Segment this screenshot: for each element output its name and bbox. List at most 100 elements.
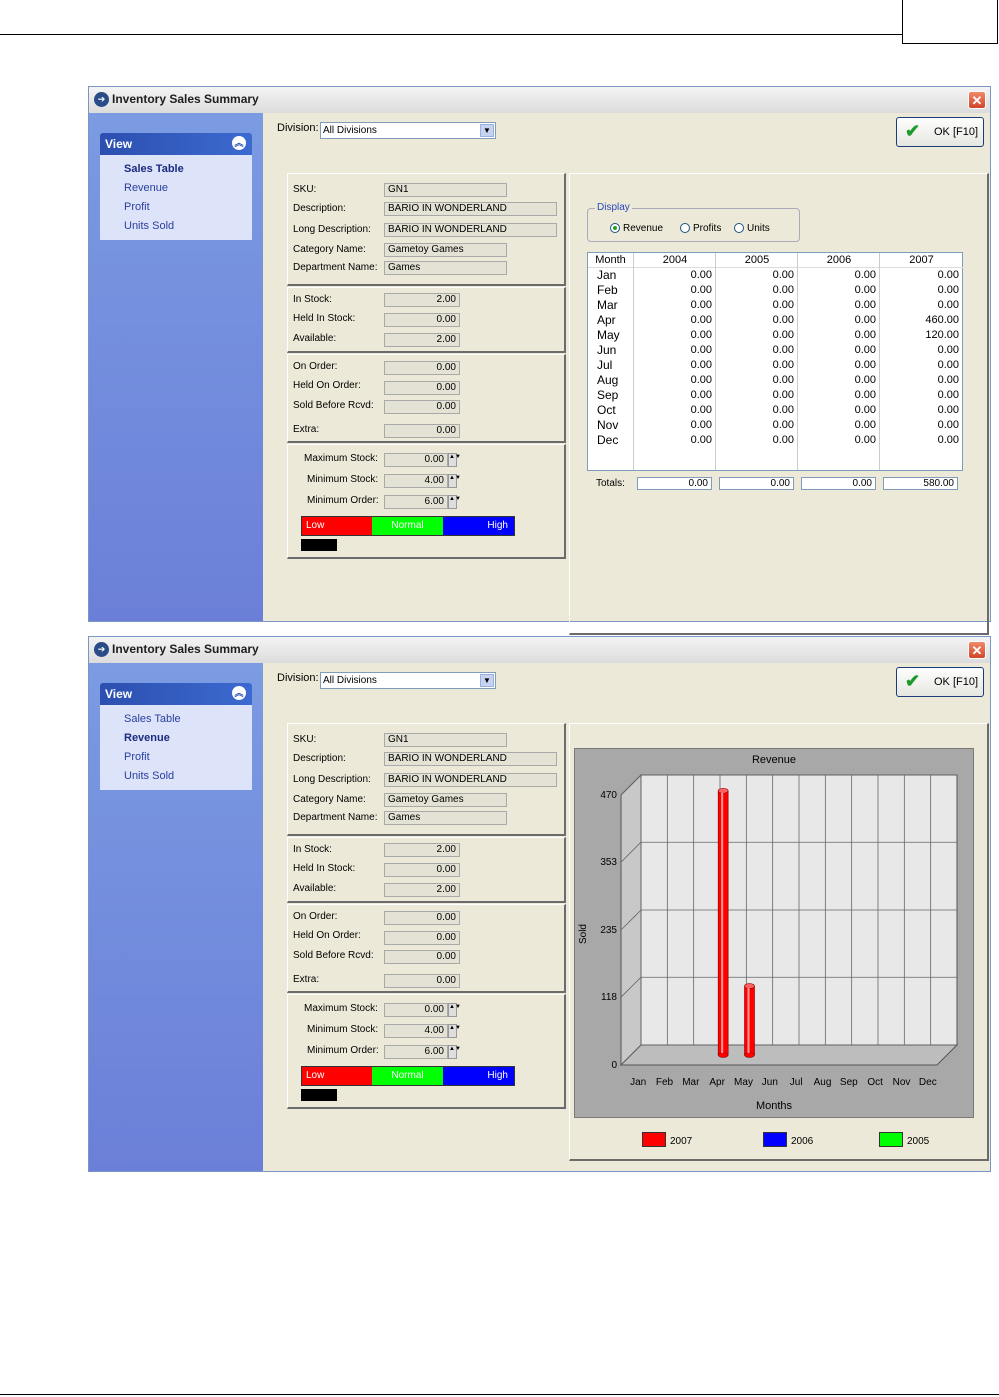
view-item-sales-table[interactable]: Sales Table — [100, 160, 252, 179]
min-order-spinner[interactable]: ▲▼ — [448, 1045, 461, 1059]
bar-top-2007 — [744, 983, 755, 989]
radio-revenue[interactable]: Revenue — [610, 223, 663, 234]
min-order-field[interactable]: 6.00 — [384, 495, 448, 509]
chevron-down-icon[interactable]: ▼ — [480, 674, 494, 687]
sales-cell: 0.00 — [937, 269, 959, 281]
department-label: Department Name: — [293, 812, 378, 823]
sales-cell: 0.00 — [854, 314, 876, 326]
radio-profits[interactable]: Profits — [680, 223, 721, 234]
sales-cell: 0.00 — [690, 329, 712, 341]
sales-cell: 0.00 — [854, 284, 876, 296]
in-stock-field: 2.00 — [384, 293, 460, 307]
sales-cell: 0.00 — [690, 344, 712, 356]
view-header[interactable]: View ︽ — [100, 683, 252, 705]
level-high: High — [443, 517, 514, 535]
max-stock-spinner[interactable]: ▲▼ — [448, 453, 461, 467]
view-header-label: View — [105, 137, 133, 151]
division-select[interactable]: All Divisions ▼ — [320, 122, 496, 139]
month-cell: Sep — [597, 388, 619, 402]
long-description-field: BARIO IN WONDERLAND — [384, 773, 557, 787]
sales-cell: 0.00 — [690, 284, 712, 296]
held-on-order-field: 0.00 — [384, 931, 460, 945]
level-indicator — [301, 539, 337, 551]
title-bar: ➔ Inventory Sales Summary ✕ — [89, 87, 990, 114]
sales-cell: 0.00 — [772, 314, 794, 326]
radio-icon — [734, 223, 744, 233]
view-item-revenue[interactable]: Revenue — [100, 729, 252, 748]
item-info-group: SKU: GN1 Description: BARIO IN WONDERLAN… — [287, 723, 566, 836]
legend-2006: 2006 — [763, 1132, 813, 1147]
x-tick-label: Apr — [709, 1077, 725, 1088]
min-order-spinner[interactable]: ▲▼ — [448, 495, 461, 509]
available-field: 2.00 — [384, 883, 460, 897]
max-stock-label: Maximum Stock: — [304, 453, 378, 464]
division-label: Division: — [277, 122, 319, 134]
radio-selected-icon — [610, 223, 620, 233]
radio-units[interactable]: Units — [734, 223, 770, 234]
min-stock-field[interactable]: 4.00 — [384, 474, 448, 488]
y-tick-label: 118 — [601, 992, 617, 1003]
view-items: Sales Table Revenue Profit Units Sold — [100, 705, 252, 790]
sales-cell: 0.00 — [854, 374, 876, 386]
year-header: 2006 — [798, 253, 880, 268]
collapse-icon[interactable]: ︽ — [232, 686, 246, 700]
stock-group: In Stock: 2.00 Held In Stock: 0.00 Avail… — [287, 837, 566, 903]
sold-before-rcvd-field: 0.00 — [384, 400, 460, 414]
max-stock-spinner[interactable]: ▲▼ — [448, 1003, 461, 1017]
min-stock-label: Minimum Stock: — [307, 1024, 379, 1035]
sales-cell: 0.00 — [854, 434, 876, 446]
left-panel: View ︽ Sales Table Revenue Profit Units … — [89, 663, 263, 1171]
content-area: Division: All Divisions ▼ ✔ OK [F10] SKU… — [263, 113, 990, 635]
close-button[interactable]: ✕ — [968, 641, 986, 659]
sales-cell: 0.00 — [772, 359, 794, 371]
view-item-revenue[interactable]: Revenue — [100, 179, 252, 198]
min-stock-spinner[interactable]: ▲▼ — [448, 474, 461, 488]
held-in-stock-label: Held In Stock: — [293, 313, 356, 324]
chevron-down-icon[interactable]: ▼ — [480, 124, 494, 137]
ok-button[interactable]: ✔ OK [F10] — [896, 117, 984, 147]
y-axis-label: Sold — [578, 924, 589, 944]
sales-table[interactable]: Month Jan Feb Mar Apr May Jun Jul Aug Sep Oct Nov D… — [587, 252, 963, 471]
max-stock-field[interactable]: 0.00 — [384, 453, 448, 467]
view-item-units-sold[interactable]: Units Sold — [100, 217, 252, 236]
radio-icon — [680, 223, 690, 233]
min-stock-spinner[interactable]: ▲▼ — [448, 1024, 461, 1038]
close-button[interactable]: ✕ — [968, 91, 986, 109]
sales-cell: 0.00 — [772, 404, 794, 416]
sku-label: SKU: — [293, 184, 317, 195]
collapse-icon[interactable]: ︽ — [232, 136, 246, 150]
division-select[interactable]: All Divisions ▼ — [320, 672, 496, 689]
year-header: 2005 — [716, 253, 798, 268]
sales-cell: 0.00 — [854, 404, 876, 416]
page-footer-rule — [0, 1394, 999, 1395]
view-header[interactable]: View ︽ — [100, 133, 252, 155]
description-field: BARIO IN WONDERLAND — [384, 202, 557, 216]
view-item-profit[interactable]: Profit — [100, 748, 252, 767]
view-item-profit[interactable]: Profit — [100, 198, 252, 217]
min-stock-field[interactable]: 4.00 — [384, 1024, 448, 1038]
radio-revenue-label: Revenue — [623, 223, 664, 234]
year-header: 2004 — [634, 253, 716, 268]
min-order-field[interactable]: 6.00 — [384, 1045, 448, 1059]
legend-label-2006: 2006 — [791, 1136, 814, 1147]
sales-cell: 0.00 — [854, 329, 876, 341]
view-item-sales-table[interactable]: Sales Table — [100, 710, 252, 729]
sales-cell: 0.00 — [854, 359, 876, 371]
max-stock-field[interactable]: 0.00 — [384, 1003, 448, 1017]
department-label: Department Name: — [293, 262, 378, 273]
ok-button-label: OK [F10] — [934, 676, 979, 688]
ok-button[interactable]: ✔ OK [F10] — [896, 667, 984, 697]
left-panel: View ︽ Sales Table Revenue Profit Units … — [89, 113, 263, 621]
revenue-chart-svg: 0 118 235 353 470 Jan Feb Mar Apr May Jun Jul Aug Sep… — [578, 754, 959, 1112]
view-items: Sales Table Revenue Profit Units Sold — [100, 155, 252, 240]
division-value: All Divisions — [323, 675, 377, 686]
held-in-stock-field: 0.00 — [384, 313, 460, 327]
sales-table-panel: Display Revenue Profits Units Month Jan F… — [569, 173, 989, 635]
month-column: Month Jan Feb Mar Apr May Jun Jul Aug Sep Oct Nov D… — [588, 253, 633, 470]
sales-cell: 0.00 — [772, 344, 794, 356]
view-item-units-sold[interactable]: Units Sold — [100, 767, 252, 786]
long-description-label: Long Description: — [293, 774, 371, 785]
sales-cell: 0.00 — [854, 344, 876, 356]
total-2007: 580.00 — [883, 477, 958, 490]
total-2006: 0.00 — [801, 477, 876, 490]
